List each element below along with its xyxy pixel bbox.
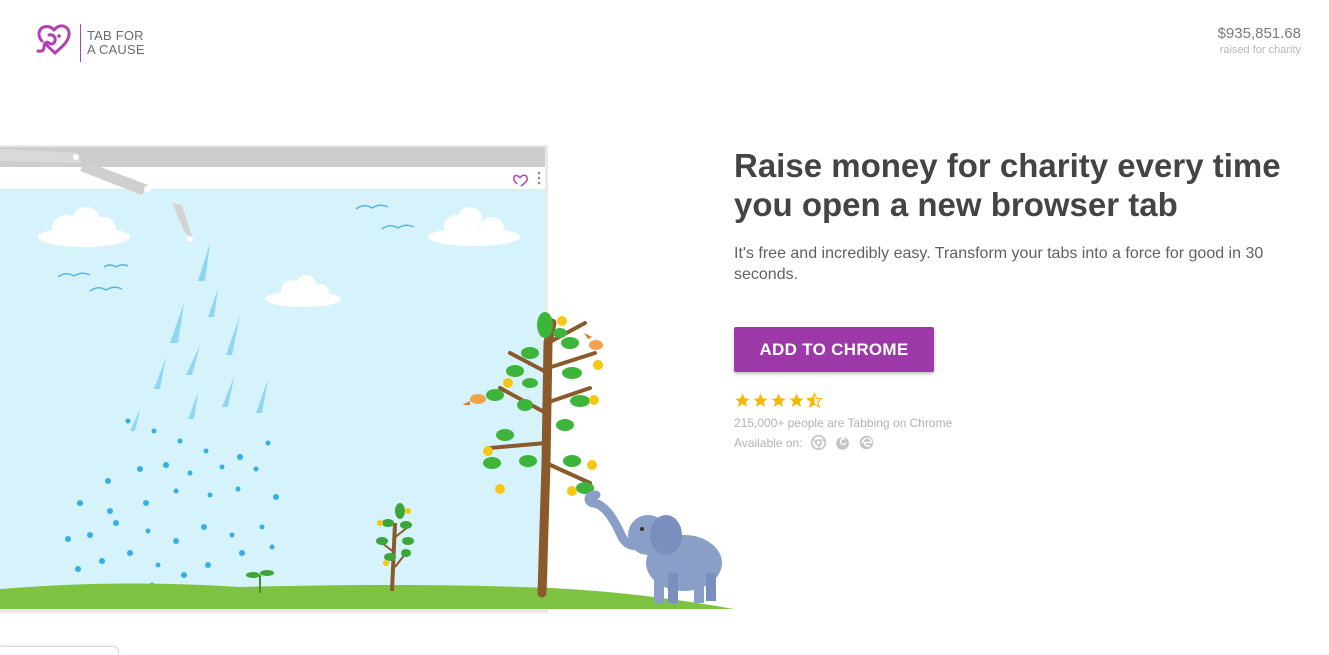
star-icon <box>734 392 751 414</box>
brand-name-line1: TAB FOR <box>87 27 144 43</box>
chrome-icon[interactable] <box>810 434 827 451</box>
elephant <box>584 490 722 603</box>
star-icon <box>770 392 787 414</box>
money-raised-label: raised for charity <box>1219 44 1301 56</box>
brand-name: TAB FOR A CAUSE <box>87 27 145 57</box>
half-star-icon <box>805 391 824 414</box>
money-raised-amount: $935,851.68 <box>1217 25 1301 42</box>
brand-logo[interactable]: TAB FOR A CAUSE <box>34 20 145 65</box>
brand-name-line2: A CAUSE <box>87 41 145 57</box>
hero-illustration <box>0 143 740 623</box>
star-icon <box>752 392 769 414</box>
available-on-label: Available on: <box>734 435 803 450</box>
logo-divider <box>80 23 81 62</box>
available-on: Available on: <box>734 434 875 451</box>
firefox-icon[interactable] <box>834 434 851 451</box>
hero-headline: Raise money for charity every time you o… <box>734 147 1281 223</box>
user-count-text: 215,000+ people are Tabbing on Chrome <box>734 416 953 430</box>
edge-icon[interactable] <box>858 434 875 451</box>
elephant-heart-icon <box>34 20 74 65</box>
add-to-chrome-button[interactable]: ADD TO CHROME <box>734 327 934 372</box>
money-raised: $935,851.68 raised for charity <box>1218 25 1301 56</box>
page-edge-shadow <box>0 646 119 655</box>
hero-subline: It's free and incredibly easy. Transform… <box>734 245 1264 283</box>
rating-stars <box>734 391 824 414</box>
star-icon <box>788 392 805 414</box>
